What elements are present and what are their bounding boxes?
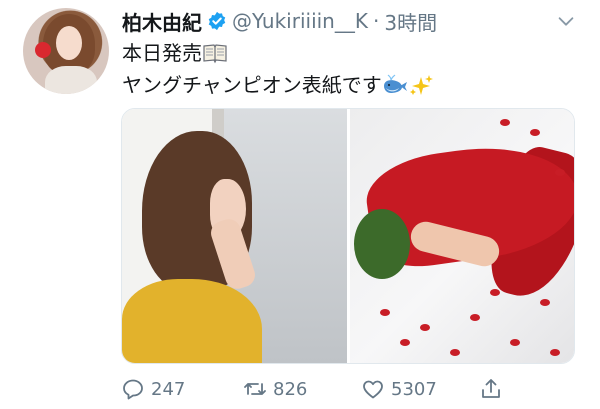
sparkles-emoji-icon (409, 75, 433, 95)
retweet-button[interactable]: 826 (243, 372, 307, 406)
retweet-icon (244, 383, 266, 395)
rose-petal (529, 129, 540, 136)
avatar-face (56, 26, 82, 60)
rose-petal (379, 309, 390, 316)
retweet-count: 826 (273, 378, 308, 400)
rose-petal (509, 339, 520, 346)
rose-petal (419, 324, 430, 331)
share-icon (482, 379, 500, 398)
rose-petal (469, 314, 480, 321)
timestamp[interactable]: 3時間 (384, 7, 437, 36)
tweet-header: 柏木由紀 @Yukiriiiin__K · 3時間 (122, 7, 437, 36)
avatar-flower (35, 42, 51, 58)
tweet-text-line-2: ヤングチャンピオン表紙です (122, 69, 434, 101)
rose-bouquet (353, 209, 410, 279)
avatar-body (45, 66, 97, 94)
whale-emoji-icon (383, 74, 407, 93)
tweet-actions: 247 826 5307 (121, 372, 501, 406)
reply-button[interactable]: 247 (121, 372, 185, 406)
tweet-text-2: ヤングチャンピオン表紙です (122, 73, 382, 97)
open-book-emoji-icon (203, 44, 227, 64)
verified-badge-icon (208, 11, 226, 31)
photo-yellow-sweater[interactable] (122, 109, 347, 363)
rose-petal (489, 289, 500, 296)
rose-petal (554, 169, 565, 176)
rose-petal (499, 119, 510, 126)
display-name[interactable]: 柏木由紀 (122, 7, 202, 36)
share-button[interactable] (479, 372, 503, 406)
avatar[interactable] (23, 8, 109, 94)
reply-count: 247 (151, 378, 186, 400)
tweet-text: 本日発売 ヤングチャンピオン表紙です (122, 37, 434, 101)
tweet-media (121, 108, 575, 364)
separator-dot: · (372, 9, 380, 33)
rose-petal (449, 349, 460, 356)
tweet-text-line-1: 本日発売 (122, 37, 434, 69)
like-button[interactable]: 5307 (361, 372, 437, 406)
chevron-down-icon[interactable] (555, 10, 577, 32)
like-count: 5307 (391, 378, 437, 400)
tweet-text-1: 本日発売 (122, 41, 202, 65)
rose-petal (539, 299, 550, 306)
rose-petal (549, 349, 560, 356)
user-handle[interactable]: @Yukiriiiin__K (232, 9, 368, 33)
reply-icon (123, 379, 143, 400)
photo-red-dress-roses[interactable] (349, 109, 574, 363)
rose-petal (399, 339, 410, 346)
heart-icon (363, 380, 383, 399)
